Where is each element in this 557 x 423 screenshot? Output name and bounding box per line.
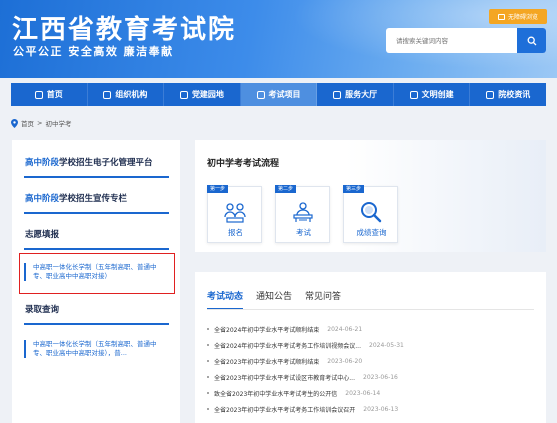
nav-item-label: 考试项目 (268, 90, 301, 99)
breadcrumb-separator: > (37, 119, 43, 127)
step-label: 成绩查询 (356, 228, 387, 237)
divider (24, 248, 169, 250)
admission-sublink[interactable]: 中高职一体化长学制（五年制高职、普通中专、职业高中中高职对接），普... (24, 340, 164, 358)
news-date: 2023-06-16 (363, 373, 398, 381)
nav-item-label: 院校资讯 (498, 90, 531, 99)
bullet-icon (207, 328, 209, 330)
news-date: 2023-06-14 (345, 389, 381, 397)
news-title: 致全省2023年初中学业水平考试考生的公开信 (214, 390, 338, 398)
nav-item-label: 党建园地 (191, 90, 224, 99)
news-date: 2023-06-20 (327, 357, 363, 365)
home-icon (34, 90, 43, 99)
news-item[interactable]: 全省2024年初中学业水平考试考务工作培训视频会议... 2024-05-31 (207, 337, 537, 353)
divider (24, 212, 169, 214)
news-date: 2024-05-31 (369, 341, 404, 349)
site-header: 江西省教育考试院 公平公正 安全高效 廉洁奉献 无障碍浏览 (0, 0, 557, 78)
tab-notices[interactable]: 通知公告 (256, 289, 292, 302)
tab-divider (207, 309, 534, 310)
flow-title: 初中学考考试流程 (207, 159, 280, 169)
news-tabs: 考试动态 通知公告 常见问答 (207, 289, 341, 310)
divider (24, 323, 169, 325)
exam-desk-icon (293, 202, 313, 222)
news-item[interactable]: 全省2023年初中学业水平考试顺利结束 2023-06-20 (207, 353, 537, 369)
breadcrumb-current: 初中学考 (45, 120, 72, 128)
nav-item-civil[interactable]: 文明创建 (394, 83, 471, 106)
tab-faq[interactable]: 常见问答 (305, 289, 341, 302)
link-highlight: 高中阶段 (25, 158, 60, 168)
search-icon (527, 36, 536, 45)
exam-flow-panel: 初中学考考试流程 第一步 报名 第二步 考试 第三步 成绩查询 (195, 140, 546, 252)
step-register[interactable]: 第一步 报名 (207, 185, 262, 243)
bullet-icon (207, 408, 209, 410)
news-title: 全省2023年初中学业水平考试设区市教育考试中心... (214, 374, 355, 382)
step-label: 考试 (296, 228, 311, 237)
news-title: 全省2024年初中学业水平考试顺利结束 (214, 326, 320, 334)
news-item[interactable]: 全省2023年初中学业水平考试设区市教育考试中心... 2023-06-16 (207, 369, 537, 385)
people-icon (224, 203, 246, 223)
enrollment-promotion-link[interactable]: 高中阶段学校招生宣传专栏 (25, 192, 127, 204)
news-date: 2023-06-13 (363, 405, 399, 413)
accessibility-button[interactable]: 无障碍浏览 (489, 9, 547, 24)
nav-item-exam[interactable]: 考试项目 (240, 83, 318, 106)
civil-icon (409, 90, 418, 99)
step-exam[interactable]: 第二步 考试 (275, 185, 330, 243)
monitor-icon (497, 13, 505, 20)
nav-item-school[interactable]: 院校资讯 (470, 83, 546, 106)
nav-item-party[interactable]: 党建园地 (164, 83, 241, 106)
accessibility-label: 无障碍浏览 (507, 14, 538, 21)
main-nav: 首页 组织机构 党建园地 考试项目 服务大厅 文明创建 院校资讯 (11, 83, 546, 106)
enrollment-platform-link[interactable]: 高中阶段学校招生电子化管理平台 (25, 156, 153, 168)
breadcrumb: 首页 > 初中学考 (11, 118, 71, 128)
highlight-box (19, 253, 175, 294)
nav-item-label: 文明创建 (421, 90, 454, 99)
nav-item-label: 组织机构 (115, 90, 148, 99)
bullet-icon (207, 360, 209, 362)
site-title[interactable]: 江西省教育考试院 (12, 9, 236, 46)
step-tag: 第一步 (207, 185, 229, 193)
school-icon (486, 90, 495, 99)
news-title: 全省2023年初中学业水平考试顺利结束 (214, 358, 320, 366)
section-admission[interactable]: 录取查询 (25, 303, 59, 315)
link-highlight: 高中阶段 (25, 194, 60, 204)
exam-icon (256, 90, 265, 99)
search-box (386, 28, 546, 53)
news-item[interactable]: 全省2024年初中学业水平考试顺利结束 2024-06-21 (207, 321, 537, 337)
nav-item-label: 首页 (46, 90, 63, 99)
search-input[interactable] (386, 28, 516, 53)
site-slogan: 公平公正 安全高效 廉洁奉献 (13, 45, 174, 58)
step-score-query[interactable]: 第三步 成绩查询 (343, 185, 398, 243)
link-text: 学校招生电子化管理平台 (59, 158, 153, 168)
bullet-icon (207, 344, 209, 346)
link-text: 学校招生宣传专栏 (59, 194, 128, 204)
org-icon (103, 90, 112, 99)
divider (24, 176, 169, 178)
location-pin-icon (11, 118, 18, 128)
news-list: 全省2024年初中学业水平考试顺利结束 2024-06-21 全省2024年初中… (207, 321, 537, 417)
step-tag: 第二步 (275, 185, 297, 193)
tab-exam-news[interactable]: 考试动态 (207, 289, 244, 310)
news-date: 2024-06-21 (327, 325, 363, 333)
step-tag: 第三步 (343, 185, 365, 193)
party-icon (179, 90, 188, 99)
nav-item-org[interactable]: 组织机构 (88, 83, 165, 106)
news-item[interactable]: 全省2023年初中学业水平考试考务工作培训会议召开 2023-06-13 (207, 401, 537, 417)
section-volunteer[interactable]: 志愿填报 (25, 228, 59, 240)
news-title: 全省2023年初中学业水平考试考务工作培训会议召开 (214, 406, 356, 414)
search-button[interactable] (517, 28, 546, 53)
bullet-icon (207, 376, 209, 378)
news-panel: 考试动态 通知公告 常见问答 全省2024年初中学业水平考试顺利结束 2024-… (195, 272, 546, 423)
breadcrumb-home[interactable]: 首页 (21, 118, 34, 128)
nav-item-service[interactable]: 服务大厅 (317, 83, 394, 106)
nav-item-home[interactable]: 首页 (11, 83, 88, 106)
nav-item-label: 服务大厅 (345, 90, 378, 99)
bullet-icon (207, 392, 209, 394)
step-label: 报名 (228, 228, 243, 237)
news-item[interactable]: 致全省2023年初中学业水平考试考生的公开信 2023-06-14 (207, 385, 537, 401)
magnifier-icon (361, 202, 382, 223)
news-title: 全省2024年初中学业水平考试考务工作培训视频会议... (214, 342, 361, 350)
service-icon (333, 90, 342, 99)
